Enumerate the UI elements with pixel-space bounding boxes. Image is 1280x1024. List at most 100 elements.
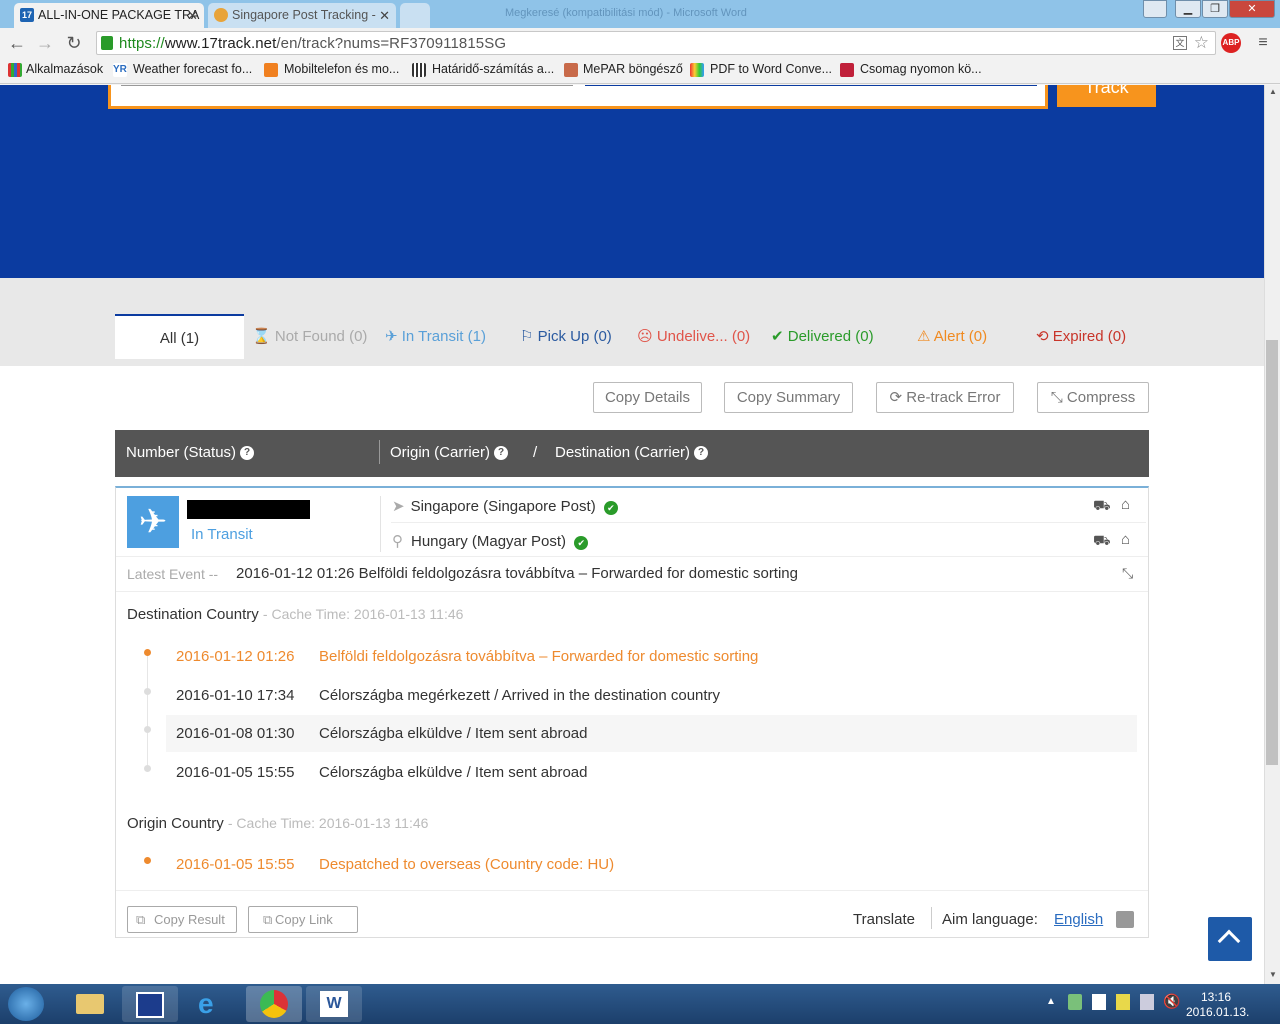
truck-icon[interactable]: ⛟ [1093,532,1111,551]
compress-button[interactable]: ⤡ Compress [1037,382,1149,413]
event-row: 2016-01-10 17:34 Célországba megérkezett … [176,687,721,704]
tab-close-icon[interactable]: ✕ [187,3,198,28]
tab-expired[interactable]: ⟲ Expired (0) [1036,314,1126,359]
track-button[interactable]: Track [1057,85,1156,107]
network-icon[interactable] [1140,994,1154,1010]
tab-not-found[interactable]: ⌛ Not Found (0) [252,314,367,359]
sad-face-icon: ☹ [637,328,657,345]
reload-icon[interactable]: ↻ [63,32,85,54]
save-app-taskbar-icon[interactable] [122,986,178,1022]
carrier-select[interactable] [585,85,1037,86]
destination-row: ⚲ Hungary (Magyar Post) ✔ [392,532,589,550]
expand-collapse-icon[interactable]: ⤡ [1122,565,1133,582]
help-icon[interactable]: ? [694,446,709,461]
bookmark-weather[interactable]: YR Weather forecast fo... [113,62,252,77]
latest-event-text: 2016-01-12 01:26 Belföldi feldolgozásra … [236,565,798,582]
flag-icon: ⚐ [520,328,538,345]
new-tab-button[interactable] [400,3,430,28]
browser-tab-17track[interactable]: 17 ALL-IN-ONE PACKAGE TRA ✕ [14,3,204,28]
scroll-up-arrow-icon[interactable]: ▲ [1269,87,1277,96]
event-row: 2016-01-05 15:55 Célországba elküldve / I… [176,764,588,781]
tray-flag-icon[interactable] [1116,994,1130,1010]
word-taskbar-icon[interactable]: W [306,986,362,1022]
destination-section-title: Destination Country - Cache Time: 2016-0… [127,606,464,623]
tab-in-transit[interactable]: ✈ In Transit (1) [385,314,486,359]
help-icon[interactable]: ? [240,446,255,461]
address-bar[interactable]: https://www.17track.net/en/track?nums=RF… [96,31,1216,55]
shipment-status: In Transit [191,526,253,543]
forward-arrow-icon[interactable]: → [34,32,56,54]
tab-delivered[interactable]: ✔ Delivered (0) [771,314,874,359]
home-icon[interactable]: ⌂ [1121,496,1130,513]
explorer-taskbar-icon[interactable] [62,986,118,1022]
retrack-error-button[interactable]: ⟳ Re-track Error [876,382,1014,413]
chrome-menu-icon[interactable]: ≡ [1252,32,1274,54]
results-panel: Copy Details Copy Summary ⟳ Re-track Err… [0,366,1264,984]
help-icon[interactable]: ? [494,446,509,461]
scrollbar-thumb[interactable] [1266,340,1278,765]
tab-pick-up[interactable]: ⚐ Pick Up (0) [520,314,612,359]
back-arrow-icon[interactable]: ← [6,32,28,54]
warning-icon: ⚠ [917,328,934,345]
copy-link-button[interactable]: ⧉ Copy Link [248,906,358,933]
taskbar-clock[interactable]: 13:16 2016.01.13. [1186,990,1249,1020]
copy-result-button[interactable]: ⧉ Copy Result [127,906,237,933]
translate-label[interactable]: Translate [853,911,915,928]
tab-close-icon[interactable]: ✕ [379,3,390,28]
windows-taskbar: e W ▲ 🔇 [0,984,1280,1024]
bookmark-mepar[interactable]: MePAR böngésző [564,62,683,77]
timeline-dot [144,726,151,733]
scroll-down-arrow-icon[interactable]: ▼ [1269,970,1277,979]
tab-alert[interactable]: ⚠ Alert (0) [917,314,987,359]
hourglass-icon: ⌛ [252,328,275,345]
user-profile-icon[interactable] [1143,0,1167,18]
plane-icon: ✈ [385,328,402,345]
bookmark-hatarido[interactable]: Határidő-számítás a... [412,62,554,77]
header-divider [379,440,380,464]
minimize-button[interactable]: ▁ [1175,0,1201,18]
origin-section-title: Origin Country - Cache Time: 2016-01-13 … [127,815,429,832]
in-transit-plane-icon: ✈ [127,496,179,548]
event-row: 2016-01-05 15:55 Despatched to overseas (… [176,856,615,873]
tray-app-icon[interactable] [1068,994,1082,1010]
tab-title: Singapore Post Tracking - [232,8,376,22]
refresh-icon: ⟳ [889,389,907,406]
internet-explorer-taskbar-icon[interactable]: e [184,986,240,1022]
bookmark-csomag[interactable]: Csomag nyomon kö... [840,62,982,77]
start-button-icon[interactable] [8,987,44,1021]
restore-button[interactable]: ❐ [1202,0,1228,18]
verified-check-icon: ✔ [574,536,589,550]
bookmark-apps[interactable]: Alkalmazások [8,62,103,77]
column-divider [380,496,381,552]
tracking-number-box[interactable] [108,85,1048,109]
bookmark-mobiltelefon[interactable]: Mobiltelefon és mo... [264,62,399,77]
show-hidden-icons[interactable]: ▲ [1046,996,1056,1007]
timeline-dot [144,765,151,772]
language-toggle[interactable] [1116,911,1134,928]
truck-icon[interactable]: ⛟ [1093,497,1111,516]
back-to-top-button[interactable] [1208,917,1252,961]
windows-tray-icon[interactable] [1092,994,1106,1010]
tab-all[interactable]: All (1) [115,314,244,359]
volume-muted-icon[interactable]: 🔇 [1163,993,1180,1010]
copy-summary-button[interactable]: Copy Summary [724,382,853,413]
clock-time: 13:16 [1200,990,1232,1004]
adblock-icon[interactable]: ABP [1221,33,1241,53]
event-row-hovered: 2016-01-08 01:30 Célországba elküldve / I… [166,715,1137,752]
bookmark-pdf-to-word[interactable]: PDF to Word Conve... [690,62,832,77]
apps-grid-icon [8,63,22,77]
header-origin: Origin (Carrier)? [390,444,509,461]
home-icon[interactable]: ⌂ [1121,531,1130,548]
language-select-link[interactable]: English [1054,911,1103,928]
bookmark-star-icon[interactable]: ☆ [1194,33,1209,53]
chrome-taskbar-icon[interactable] [246,986,302,1022]
browser-tab-singpost[interactable]: Singapore Post Tracking - ✕ [208,3,396,28]
translate-icon[interactable]: 文 [1173,36,1187,50]
send-icon: ➤ [392,498,405,515]
timeline-dot [144,688,151,695]
close-window-button[interactable]: ✕ [1229,0,1275,18]
lock-icon [101,36,113,50]
copy-details-button[interactable]: Copy Details [593,382,702,413]
tracking-input[interactable] [121,85,573,86]
tab-undelivered[interactable]: ☹ Undelive... (0) [637,314,750,359]
